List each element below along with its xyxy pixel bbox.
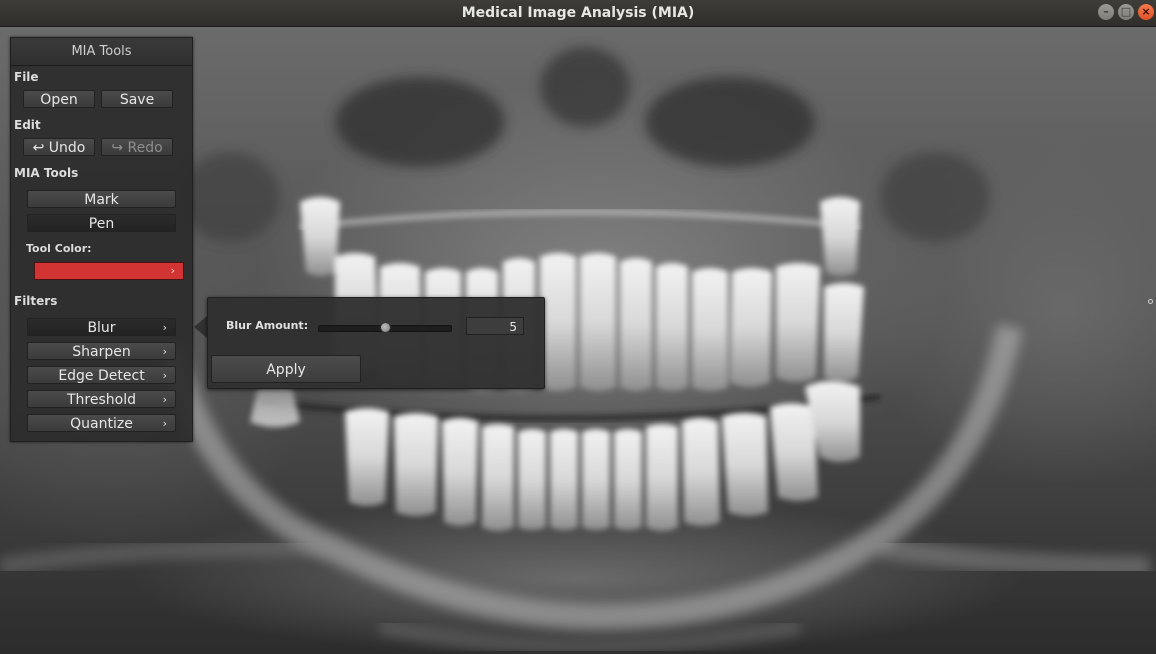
mark-tool-button[interactable]: Mark <box>27 190 176 208</box>
mia-tools-panel: MIA Tools File Open Save Edit ↩ Undo ↪ R… <box>10 37 193 442</box>
chevron-right-icon: › <box>162 369 167 382</box>
close-icon[interactable]: × <box>1138 4 1154 20</box>
blur-options-popup: Blur Amount: 5 Apply <box>207 297 545 389</box>
open-button[interactable]: Open <box>23 90 95 108</box>
chevron-right-icon: › <box>162 321 167 334</box>
slider-handle[interactable] <box>379 322 391 333</box>
file-section-label: File <box>14 70 39 84</box>
chevron-right-icon: › <box>170 264 175 277</box>
chevron-right-icon: › <box>162 393 167 406</box>
undo-button[interactable]: ↩ Undo <box>23 138 95 156</box>
blur-amount-slider[interactable] <box>318 322 452 333</box>
resize-handle-icon[interactable] <box>1148 299 1153 304</box>
quantize-filter-label: Quantize <box>70 416 133 432</box>
apply-button[interactable]: Apply <box>211 355 361 383</box>
sharpen-filter-label: Sharpen <box>72 344 131 360</box>
blur-filter-button[interactable]: Blur › <box>27 318 176 336</box>
tool-color-label: Tool Color: <box>26 242 92 255</box>
edge-detect-filter-label: Edge Detect <box>58 368 145 384</box>
lower-teeth <box>250 381 860 531</box>
panel-title: MIA Tools <box>11 38 192 66</box>
filters-section-label: Filters <box>14 294 58 308</box>
chevron-right-icon: › <box>162 345 167 358</box>
edge-detect-filter-button[interactable]: Edge Detect › <box>27 366 176 384</box>
edit-section-label: Edit <box>14 118 41 132</box>
blur-amount-value-field[interactable]: 5 <box>466 317 524 335</box>
undo-label: Undo <box>48 140 86 156</box>
window-title-bar: Medical Image Analysis (MIA) – □ × <box>0 0 1156 27</box>
tool-color-picker[interactable]: › <box>34 262 184 280</box>
chevron-right-icon: › <box>162 417 167 430</box>
sharpen-filter-button[interactable]: Sharpen › <box>27 342 176 360</box>
save-button[interactable]: Save <box>101 90 173 108</box>
pen-tool-button[interactable]: Pen <box>27 214 176 232</box>
minimize-icon[interactable]: – <box>1098 4 1114 20</box>
mia-tools-section-label: MIA Tools <box>14 166 79 180</box>
threshold-filter-button[interactable]: Threshold › <box>27 390 176 408</box>
threshold-filter-label: Threshold <box>67 392 136 408</box>
window-title: Medical Image Analysis (MIA) <box>461 5 695 21</box>
redo-button[interactable]: ↪ Redo <box>101 138 173 156</box>
blur-amount-label: Blur Amount: <box>226 319 309 332</box>
popup-pointer <box>194 316 207 338</box>
maximize-icon[interactable]: □ <box>1118 4 1134 20</box>
undo-icon: ↩ <box>32 140 45 156</box>
blur-filter-label: Blur <box>87 320 116 336</box>
redo-label: Redo <box>127 140 163 156</box>
redo-icon: ↪ <box>111 140 124 156</box>
quantize-filter-button[interactable]: Quantize › <box>27 414 176 432</box>
